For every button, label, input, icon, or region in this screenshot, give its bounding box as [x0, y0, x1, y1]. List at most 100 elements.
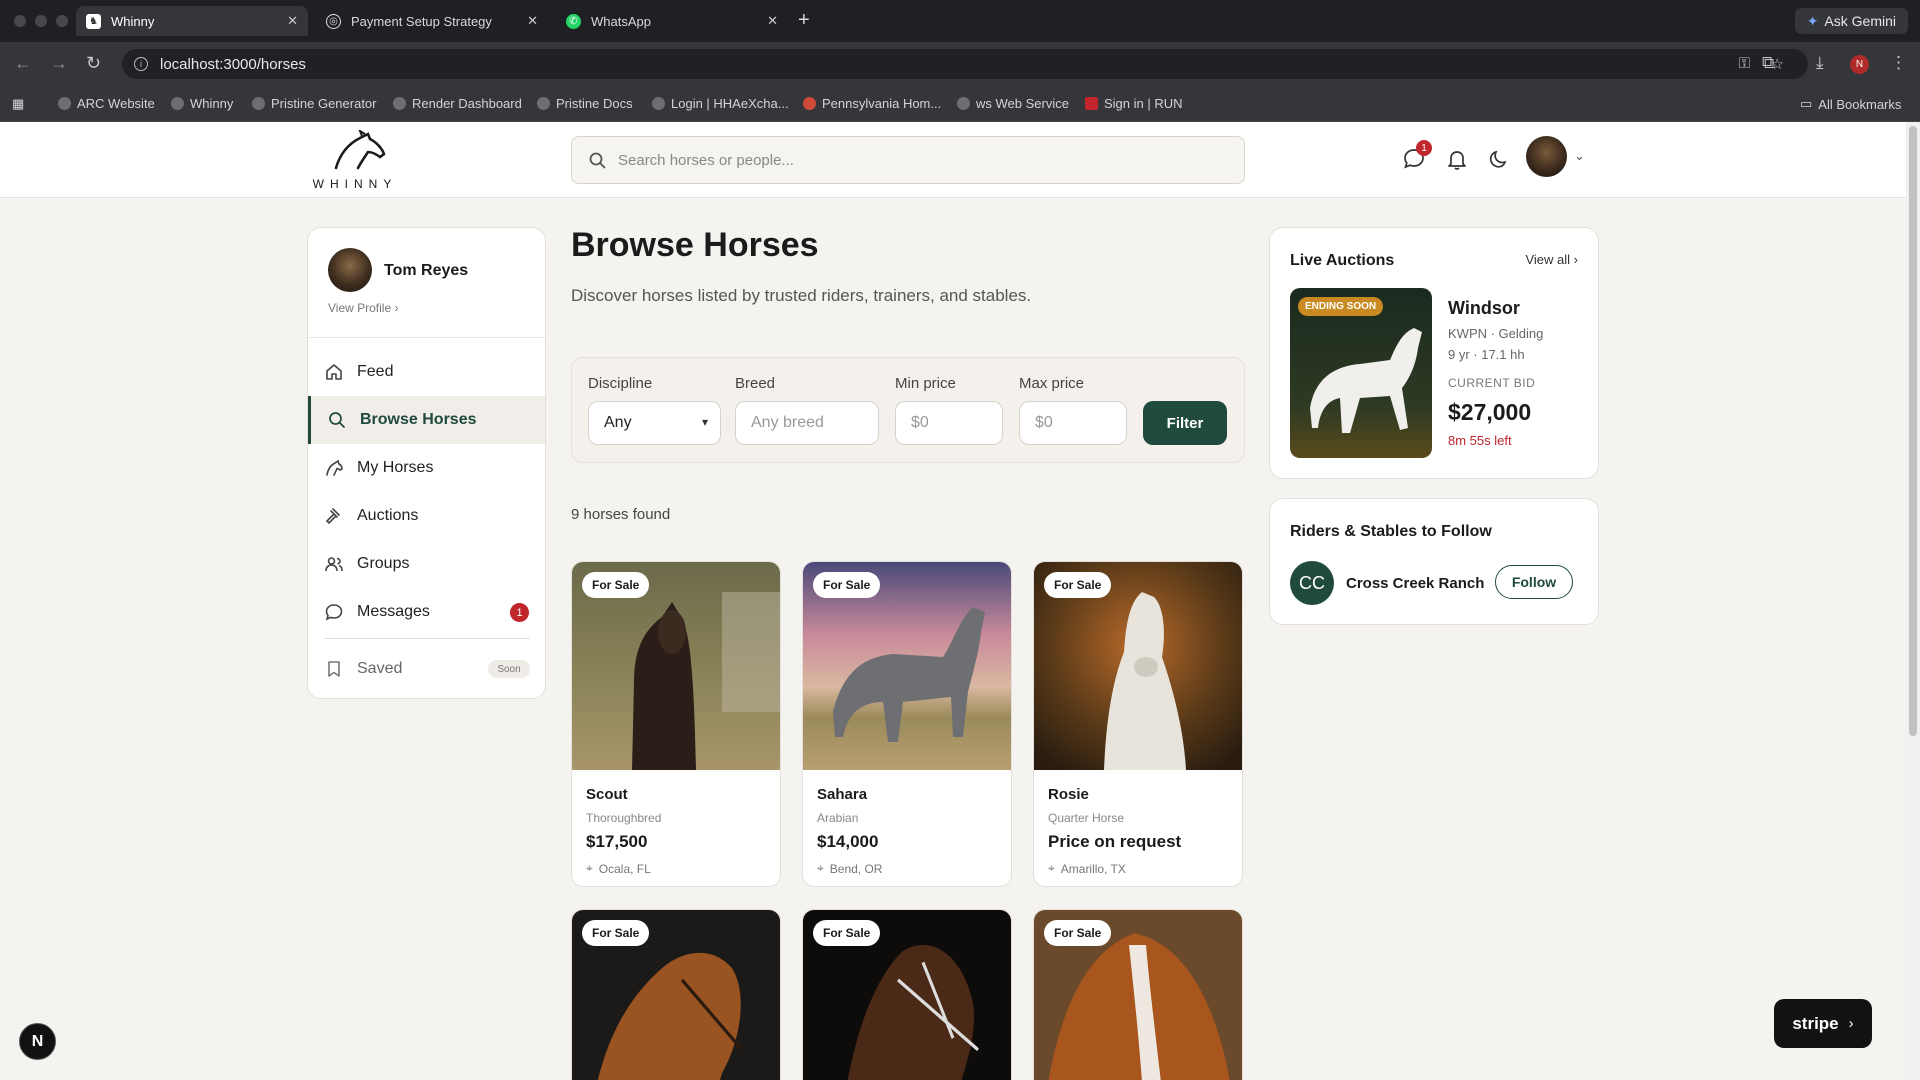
- view-profile-link[interactable]: View Profile ›: [328, 301, 398, 315]
- stable-name[interactable]: Cross Creek Ranch: [1346, 575, 1484, 592]
- forward-icon[interactable]: →: [50, 53, 68, 74]
- time-left: 8m 55s left: [1448, 433, 1512, 448]
- tab-title: Payment Setup Strategy: [351, 13, 492, 29]
- horse-card[interactable]: For Sale: [1033, 909, 1243, 1080]
- horse-card[interactable]: For Sale Sahara Arabian $14,000 ⌖ Bend, O…: [802, 561, 1012, 887]
- auction-age-height: 9 yr · 17.1 hh: [1448, 347, 1525, 362]
- extensions-icon[interactable]: ⧉: [1762, 53, 1774, 73]
- gavel-icon: [325, 508, 340, 525]
- horse-price: Price on request: [1048, 832, 1182, 851]
- sidebar-item-label: Feed: [357, 363, 394, 380]
- horse-location: ⌖ Ocala, FL: [586, 861, 651, 876]
- browser-toolbar: ← → ↻ i localhost:3000/horses ⚿ ☆ ⧉ ⤓ N …: [0, 42, 1920, 86]
- discipline-select[interactable]: Any ▾: [588, 401, 721, 445]
- logo-wordmark: WHINNY: [312, 177, 398, 191]
- close-tab-icon[interactable]: ✕: [767, 13, 778, 29]
- horse-name[interactable]: Sahara: [817, 786, 867, 803]
- bookmark-item[interactable]: Pennsylvania Hom...: [803, 96, 941, 111]
- horse-location: ⌖ Amarillo, TX: [1048, 861, 1126, 876]
- page-scrollbar[interactable]: [1906, 122, 1920, 1080]
- url-text[interactable]: localhost:3000/horses: [160, 56, 306, 73]
- scrollbar-thumb[interactable]: [1909, 126, 1917, 736]
- password-key-icon[interactable]: ⚿: [1739, 55, 1750, 72]
- sidebar-item-browse-horses[interactable]: Browse Horses: [308, 396, 545, 444]
- browser-menu-icon[interactable]: ⋮: [1890, 53, 1907, 73]
- bookmark-label: ARC Website: [77, 96, 155, 111]
- horse-name[interactable]: Scout: [586, 786, 628, 803]
- sidebar-item-messages[interactable]: Messages 1: [308, 588, 545, 636]
- dev-tools-badge[interactable]: N: [19, 1023, 56, 1060]
- profile-name[interactable]: Tom Reyes: [384, 262, 468, 280]
- auction-horse-name[interactable]: Windsor: [1448, 298, 1520, 319]
- close-tab-icon[interactable]: ✕: [287, 13, 298, 29]
- user-avatar[interactable]: [1526, 136, 1567, 177]
- whinny-logo[interactable]: WHINNY: [307, 128, 403, 191]
- notifications-button[interactable]: [1446, 148, 1468, 175]
- reload-icon[interactable]: ↻: [86, 53, 101, 74]
- bookmark-item[interactable]: ws Web Service: [957, 96, 1069, 111]
- bookmark-label: Pennsylvania Hom...: [822, 96, 942, 111]
- horse-card[interactable]: For Sale Scout Thoroughbred $17,500 ⌖ Oca…: [571, 561, 781, 887]
- bookmark-item[interactable]: ARC Website: [58, 96, 155, 111]
- horse-name[interactable]: Rosie: [1048, 786, 1089, 803]
- apps-grid-icon[interactable]: ▦: [12, 96, 24, 112]
- sidebar-item-label: Auctions: [357, 507, 419, 524]
- breed-input[interactable]: Any breed: [735, 401, 879, 445]
- bell-icon: [1448, 151, 1466, 170]
- min-price-input[interactable]: $0: [895, 401, 1003, 445]
- bookmark-item[interactable]: Sign in | RUN: [1085, 96, 1183, 111]
- ending-soon-badge: ENDING SOON: [1298, 297, 1384, 316]
- sidebar: Tom Reyes View Profile › Feed Browse Hor…: [307, 227, 546, 699]
- profile-avatar[interactable]: [328, 248, 372, 292]
- window-controls[interactable]: [14, 15, 68, 27]
- sidebar-item-label: Groups: [357, 555, 410, 572]
- dark-mode-toggle[interactable]: [1488, 148, 1510, 175]
- whinny-icon: [171, 97, 184, 110]
- browser-profile-avatar[interactable]: N: [1850, 55, 1869, 74]
- horse-card[interactable]: For Sale Rosie Quarter Horse Price on re…: [1033, 561, 1243, 887]
- download-icon[interactable]: ⤓: [1816, 53, 1824, 73]
- tab-whinny[interactable]: ♞ Whinny ✕: [76, 6, 308, 36]
- bookmark-item[interactable]: Pristine Generator: [252, 96, 377, 111]
- sidebar-item-auctions[interactable]: Auctions: [308, 492, 545, 540]
- search-input[interactable]: [618, 151, 1178, 169]
- sidebar-item-saved[interactable]: Saved Soon: [308, 645, 545, 693]
- horse-price: $14,000: [817, 832, 879, 851]
- site-info-icon[interactable]: i: [134, 57, 148, 71]
- global-search[interactable]: [571, 136, 1245, 184]
- ask-gemini-button[interactable]: ✦ Ask Gemini: [1794, 8, 1908, 34]
- filter-panel: Discipline Any ▾ Breed Any breed Min pri…: [571, 357, 1245, 463]
- view-all-link[interactable]: View all ›: [1525, 252, 1578, 267]
- follow-button[interactable]: Follow: [1495, 565, 1573, 599]
- address-bar[interactable]: i localhost:3000/horses ⚿ ☆: [122, 49, 1808, 79]
- horse-card[interactable]: For Sale: [802, 909, 1012, 1080]
- messages-button[interactable]: 1: [1403, 140, 1432, 175]
- tab-whatsapp[interactable]: ✆ WhatsApp ✕: [556, 6, 788, 36]
- filter-button[interactable]: Filter: [1143, 401, 1227, 445]
- horse-card[interactable]: For Sale: [571, 909, 781, 1080]
- bookmark-item[interactable]: Render Dashboard: [393, 96, 522, 111]
- message-icon: [325, 604, 343, 621]
- close-tab-icon[interactable]: ✕: [527, 13, 538, 29]
- sidebar-item-my-horses[interactable]: My Horses: [308, 444, 545, 492]
- max-price-input[interactable]: $0: [1019, 401, 1127, 445]
- auction-photo[interactable]: ENDING SOON: [1290, 288, 1432, 458]
- back-icon[interactable]: ←: [14, 53, 32, 74]
- chevron-down-icon[interactable]: ⌄: [1574, 148, 1585, 164]
- soon-badge: Soon: [488, 660, 530, 678]
- auctions-title: Live Auctions: [1290, 252, 1395, 269]
- stable-avatar[interactable]: CC: [1290, 561, 1334, 605]
- tab-payment[interactable]: ◎ Payment Setup Strategy ✕: [316, 6, 548, 36]
- divider: [324, 638, 530, 639]
- sidebar-item-feed[interactable]: Feed: [308, 348, 545, 396]
- bookmark-item[interactable]: Login | HHAeXcha...: [652, 96, 789, 111]
- bookmark-item[interactable]: Pristine Docs: [537, 96, 633, 111]
- all-bookmarks-folder[interactable]: ▭ All Bookmarks: [1800, 96, 1901, 112]
- stripe-button[interactable]: stripe ›: [1774, 999, 1872, 1048]
- users-icon: [325, 557, 343, 572]
- new-tab-icon[interactable]: +: [798, 9, 810, 32]
- sidebar-item-label: Messages: [357, 603, 430, 620]
- bookmark-item[interactable]: Whinny: [171, 96, 233, 111]
- folder-icon: ▭: [1800, 96, 1813, 111]
- sidebar-item-groups[interactable]: Groups: [308, 540, 545, 588]
